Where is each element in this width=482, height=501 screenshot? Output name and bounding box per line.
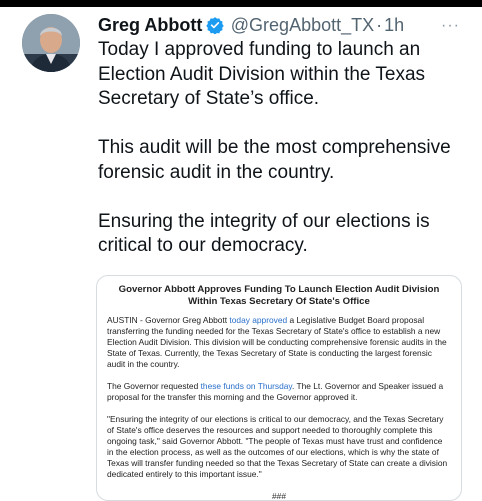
today-approved-link[interactable]: today approved	[229, 315, 287, 325]
avatar-photo	[22, 14, 80, 72]
avatar[interactable]	[22, 14, 80, 72]
timestamp[interactable]: 1h	[384, 15, 404, 35]
press-release-title: Governor Abbott Approves Funding To Laun…	[118, 284, 440, 307]
funds-request-link[interactable]: these funds on Thursday	[201, 381, 292, 391]
press-release-paragraph-2: The Governor requested these funds on Th…	[107, 381, 451, 403]
press-release-paragraph-3: "Ensuring the integrity of our elections…	[107, 414, 448, 479]
tweet-text: Today I approved funding to launch an El…	[98, 38, 470, 259]
author-name[interactable]: Greg Abbott	[98, 15, 202, 35]
separator-dot: ·	[376, 15, 383, 35]
attached-image-card[interactable]: Governor Abbott Approves Funding To Laun…	[96, 275, 462, 501]
press-release-paragraph-1: AUSTIN - Governor Greg Abbott today appr…	[107, 315, 451, 370]
verified-badge-icon	[206, 16, 225, 39]
author-handle[interactable]: @GregAbbott_TX	[231, 15, 374, 35]
tweet-paragraph-2: This audit will be the most comprehensiv…	[98, 137, 451, 183]
tweet-paragraph-3: Ensuring the integrity of our elections …	[98, 210, 430, 257]
tweet-paragraph-1: Today I approved funding to launch an El…	[98, 39, 426, 109]
tweet-header: Greg Abbott @GregAbbott_TX · 1h ···	[98, 15, 482, 39]
tweet[interactable]: Greg Abbott @GregAbbott_TX · 1h ··· Today …	[0, 7, 482, 501]
top-bar	[0, 0, 482, 7]
more-options-icon[interactable]: ···	[441, 17, 460, 35]
p2-text-a: The Governor requested	[107, 381, 201, 391]
press-release-body: AUSTIN - Governor Greg Abbott today appr…	[97, 307, 461, 500]
p1-text-a: AUSTIN - Governor Greg Abbott	[107, 315, 230, 325]
